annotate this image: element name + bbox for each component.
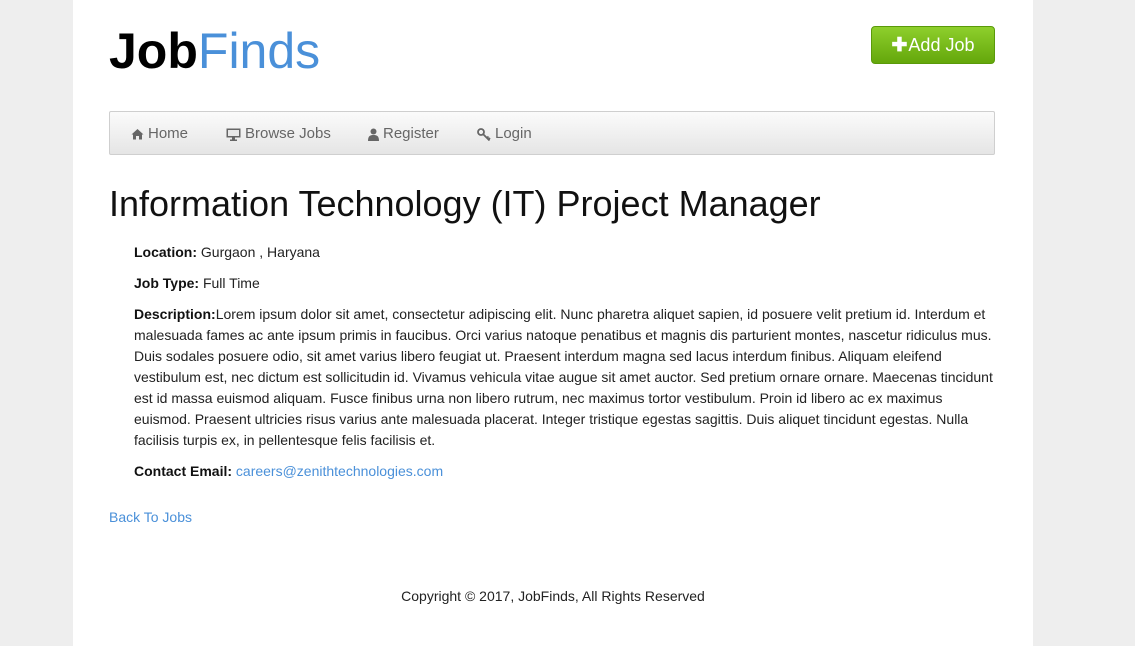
job-type-value: Full Time xyxy=(202,275,260,291)
nav-item-browse-jobs[interactable]: Browse Jobs xyxy=(226,112,331,156)
job-details: Location: Gurgaon , Haryana Job Type: Fu… xyxy=(134,242,996,492)
job-contact-row: Contact Email: careers@zenithtechnologie… xyxy=(134,461,996,482)
description-label: Description: xyxy=(134,306,216,322)
plus-icon: ✚ xyxy=(891,35,908,56)
site-logo[interactable]: JobFinds xyxy=(109,20,320,82)
description-text: Lorem ipsum dolor sit amet, consectetur … xyxy=(134,306,993,448)
desktop-icon xyxy=(226,128,241,141)
job-type-row: Job Type: Full Time xyxy=(134,273,996,294)
nav-register-label: Register xyxy=(383,125,439,142)
job-title: Information Technology (IT) Project Mana… xyxy=(109,183,821,224)
footer-copyright: Copyright © 2017, JobFinds, All Rights R… xyxy=(401,588,705,604)
page-container: JobFinds ✚Add Job Home Browse Jobs Regis… xyxy=(73,0,1033,646)
nav-login-label: Login xyxy=(495,125,532,142)
nav-item-register[interactable]: Register xyxy=(368,112,439,156)
location-label: Location: xyxy=(134,244,197,260)
nav-item-login[interactable]: Login xyxy=(477,112,532,156)
nav-home-label: Home xyxy=(148,125,189,142)
logo-part-finds: Finds xyxy=(197,23,321,79)
back-to-jobs-link[interactable]: Back To Jobs xyxy=(109,507,192,527)
logo-part-job: Job xyxy=(109,23,198,79)
job-type-label: Job Type: xyxy=(134,275,200,291)
location-value: Gurgaon , Haryana xyxy=(200,244,320,260)
user-icon xyxy=(368,128,379,141)
job-location-row: Location: Gurgaon , Haryana xyxy=(134,242,996,263)
add-job-button[interactable]: ✚Add Job xyxy=(871,26,995,64)
contact-email-label: Contact Email: xyxy=(134,463,233,479)
job-description-row: Description:Lorem ipsum dolor sit amet, … xyxy=(134,304,996,451)
contact-email-link[interactable]: careers@zenithtechnologies.com xyxy=(236,463,443,479)
key-icon xyxy=(477,127,491,141)
main-navbar: Home Browse Jobs Register Login xyxy=(109,111,995,155)
nav-item-home[interactable]: Home xyxy=(131,112,188,156)
nav-browse-label: Browse Jobs xyxy=(245,125,331,142)
home-icon xyxy=(131,129,144,140)
add-job-label: Add Job xyxy=(908,35,975,55)
